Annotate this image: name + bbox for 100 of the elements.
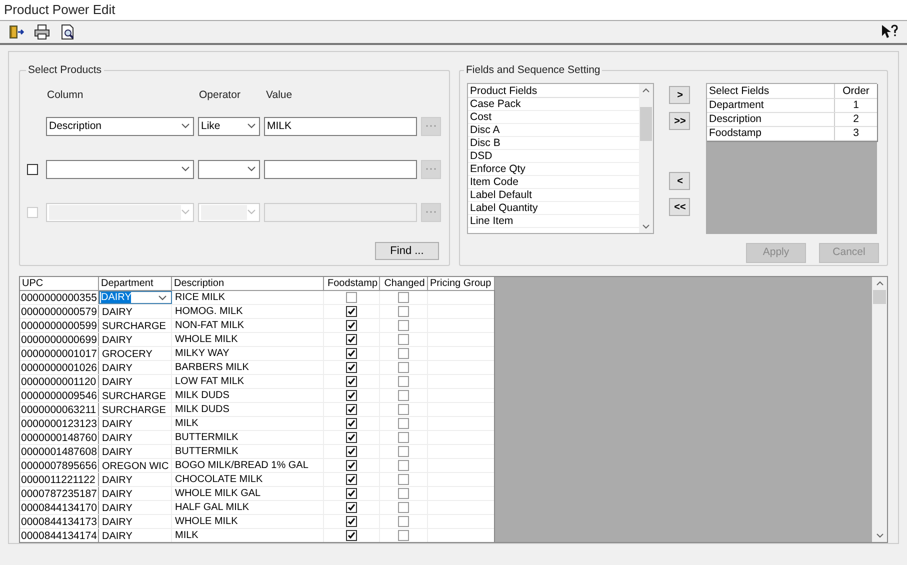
value-input[interactable]: MILK bbox=[264, 116, 417, 136]
checkbox[interactable] bbox=[346, 334, 357, 346]
column-header[interactable]: Description bbox=[172, 277, 324, 290]
table-cell: BOGO MILK/BREAD 1% GAL bbox=[172, 459, 324, 472]
product-fields-list[interactable]: Product Fields Case Pack Cost Disc A Disc B DSD Enforce Qty Item Code Label Default Label Quantity Line Item bbox=[466, 83, 654, 234]
checkbox[interactable] bbox=[398, 348, 409, 360]
checkbox[interactable] bbox=[346, 530, 357, 542]
list-item[interactable]: Item Code bbox=[468, 176, 639, 189]
checkbox[interactable] bbox=[398, 320, 409, 332]
printer-icon[interactable] bbox=[34, 24, 50, 40]
move-button[interactable]: < bbox=[669, 172, 690, 190]
list-item[interactable]: Enforce Qty bbox=[468, 163, 639, 176]
table-cell: MILK DUDS bbox=[172, 389, 324, 402]
checkbox[interactable] bbox=[346, 376, 357, 388]
table-cell: LOW FAT MILK bbox=[172, 375, 324, 388]
checkbox[interactable] bbox=[346, 292, 357, 304]
move-button[interactable]: << bbox=[669, 198, 690, 216]
checkbox[interactable] bbox=[346, 516, 357, 528]
checkbox[interactable] bbox=[398, 418, 409, 430]
column-header[interactable]: Pricing Group bbox=[428, 277, 495, 290]
checkbox[interactable] bbox=[398, 516, 409, 528]
selected-fields-grid[interactable]: Select Fields Order Department 1 Description 2 Foodstamp 3 bbox=[706, 83, 877, 234]
table-cell-text: 3 bbox=[852, 127, 860, 140]
checkbox[interactable] bbox=[398, 390, 409, 402]
value-input[interactable] bbox=[264, 160, 417, 179]
table-cell: WHOLE MILK bbox=[172, 333, 324, 346]
checkbox[interactable] bbox=[398, 488, 409, 500]
table-cell: HOMOG. MILK bbox=[172, 305, 324, 318]
checkbox[interactable] bbox=[346, 460, 357, 472]
list-item[interactable]: Label Default bbox=[468, 189, 639, 202]
list-item[interactable]: Label Quantity bbox=[468, 202, 639, 215]
checkbox[interactable] bbox=[398, 460, 409, 472]
checkbox[interactable] bbox=[346, 306, 357, 318]
exit-door-icon[interactable] bbox=[8, 24, 24, 40]
checkbox[interactable] bbox=[398, 446, 409, 458]
table-cell: DAIRY bbox=[99, 375, 172, 388]
table-cell: 0000000000699 bbox=[20, 333, 99, 346]
column-header[interactable]: Foodstamp bbox=[324, 277, 380, 290]
scroll-thumb[interactable] bbox=[873, 290, 886, 304]
column-dropdown[interactable]: Description bbox=[46, 116, 194, 136]
scroll-down-icon[interactable] bbox=[642, 224, 650, 229]
checkbox[interactable] bbox=[346, 502, 357, 514]
print-preview-icon[interactable] bbox=[60, 24, 76, 40]
checkbox[interactable] bbox=[398, 334, 409, 346]
browse-button[interactable] bbox=[421, 116, 441, 136]
move-button[interactable]: >> bbox=[669, 112, 690, 130]
checkbox[interactable] bbox=[398, 530, 409, 542]
browse-button[interactable] bbox=[421, 160, 441, 179]
checkbox[interactable] bbox=[398, 502, 409, 514]
checkbox[interactable] bbox=[398, 292, 409, 304]
find-button[interactable]: Find ... bbox=[374, 242, 439, 260]
scroll-up-icon[interactable] bbox=[642, 88, 650, 93]
list-item[interactable]: Line Item bbox=[468, 215, 639, 228]
move-button[interactable]: > bbox=[669, 86, 690, 104]
value-input[interactable] bbox=[264, 202, 417, 222]
column-header[interactable]: UPC bbox=[20, 277, 99, 290]
operator-dropdown[interactable] bbox=[198, 160, 260, 179]
column-header[interactable]: Changed bbox=[380, 277, 428, 290]
checkbox[interactable] bbox=[346, 348, 357, 360]
table-cell: MILK bbox=[172, 529, 324, 542]
list-item[interactable]: Case Pack bbox=[468, 98, 639, 111]
scroll-thumb[interactable] bbox=[640, 107, 652, 141]
checkbox[interactable] bbox=[346, 362, 357, 374]
table-cell: SURCHARGE bbox=[99, 389, 172, 402]
column-header[interactable]: Department bbox=[99, 277, 172, 290]
help-icon[interactable] bbox=[881, 24, 899, 40]
operator-dropdown[interactable]: Like bbox=[198, 116, 260, 136]
browse-button[interactable] bbox=[421, 202, 441, 222]
list-item[interactable]: Disc B bbox=[468, 137, 639, 150]
checkbox[interactable] bbox=[346, 390, 357, 402]
checkbox[interactable] bbox=[346, 432, 357, 444]
column-header: Operator bbox=[199, 88, 242, 103]
checkbox[interactable] bbox=[398, 474, 409, 486]
list-item[interactable]: DSD bbox=[468, 150, 639, 163]
scroll-down-icon[interactable] bbox=[876, 533, 884, 538]
table-cell: SURCHARGE bbox=[99, 319, 172, 332]
department-dropdown[interactable]: DAIRY bbox=[99, 291, 172, 304]
checkbox[interactable] bbox=[346, 488, 357, 500]
table-cell: DAIRY bbox=[99, 501, 172, 514]
column-dropdown[interactable] bbox=[46, 160, 194, 179]
list-item[interactable]: Disc A bbox=[468, 124, 639, 137]
table-cell: DAIRY bbox=[99, 431, 172, 444]
checkbox[interactable] bbox=[398, 306, 409, 318]
scrollbar[interactable] bbox=[872, 277, 887, 542]
checkbox[interactable] bbox=[398, 376, 409, 388]
checkbox[interactable] bbox=[398, 432, 409, 444]
checkbox[interactable] bbox=[346, 474, 357, 486]
checkbox[interactable] bbox=[346, 320, 357, 332]
checkbox[interactable] bbox=[346, 446, 357, 458]
table-cell: DAIRY bbox=[99, 473, 172, 486]
scroll-up-icon[interactable] bbox=[876, 281, 884, 286]
table-cell: RICE MILK bbox=[172, 291, 324, 304]
checkbox[interactable] bbox=[346, 418, 357, 430]
filter-checkbox[interactable] bbox=[27, 164, 38, 175]
checkbox[interactable] bbox=[346, 404, 357, 416]
checkbox[interactable] bbox=[398, 362, 409, 374]
list-item[interactable]: Cost bbox=[468, 111, 639, 124]
checkbox[interactable] bbox=[398, 404, 409, 416]
table-cell: 0000000001120 bbox=[20, 375, 99, 388]
scrollbar[interactable] bbox=[638, 84, 653, 233]
